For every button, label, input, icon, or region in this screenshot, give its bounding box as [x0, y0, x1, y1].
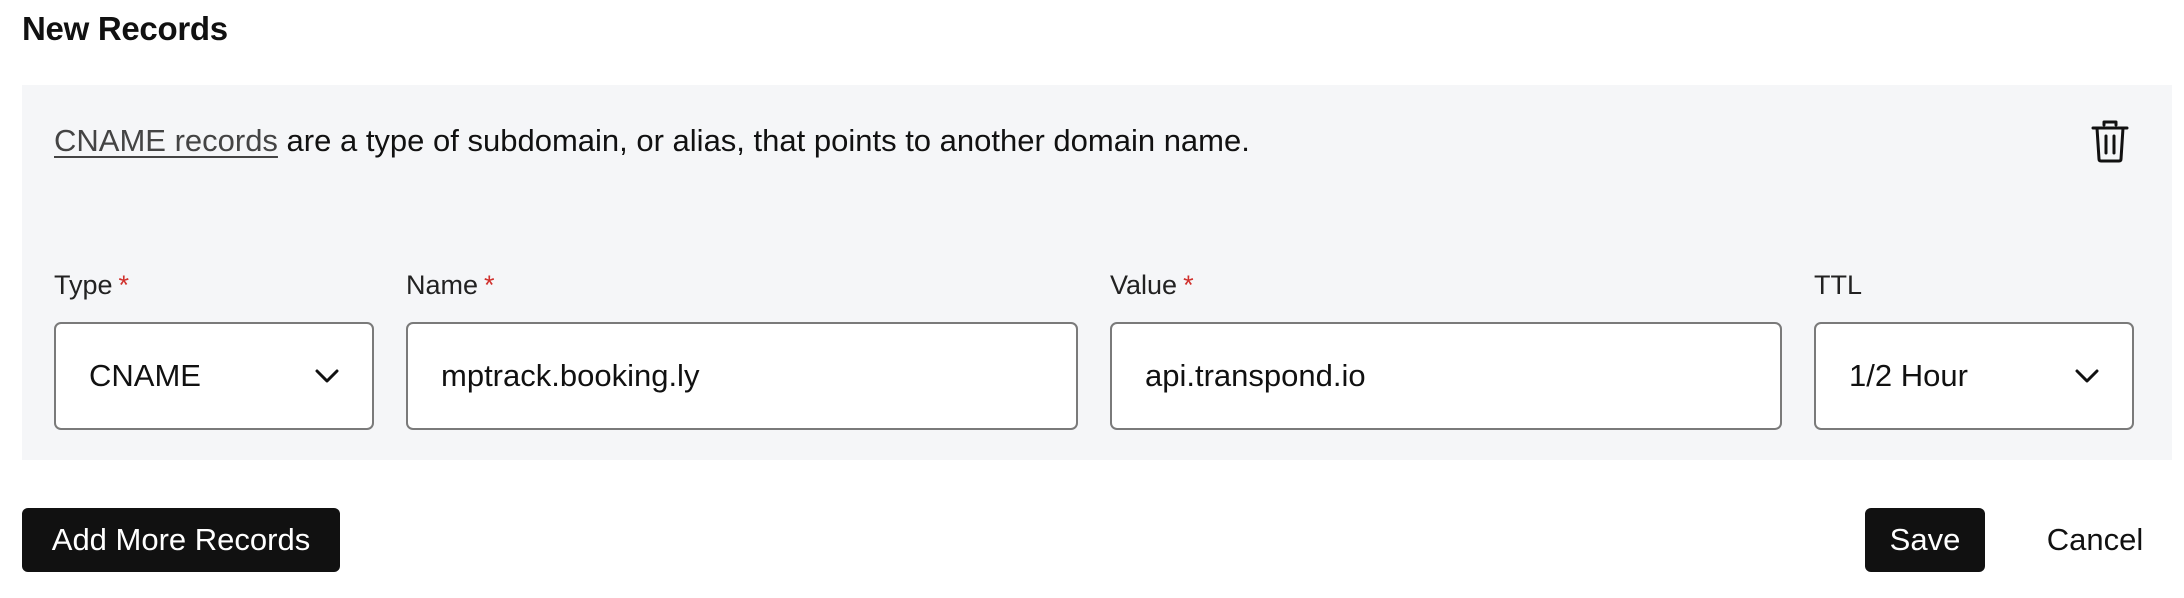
- name-field: Name * mptrack.booking.ly: [406, 265, 1078, 430]
- dns-records-editor: New Records CNAME records are a type of …: [0, 0, 2184, 598]
- name-input-value: mptrack.booking.ly: [441, 358, 700, 393]
- name-label: Name *: [406, 265, 1078, 305]
- chevron-down-icon: [315, 369, 339, 383]
- cancel-button[interactable]: Cancel: [2030, 508, 2160, 572]
- name-label-text: Name: [406, 270, 479, 300]
- value-input[interactable]: api.transpond.io: [1110, 322, 1782, 430]
- chevron-down-icon: [2075, 369, 2099, 383]
- cname-records-link[interactable]: CNAME records: [54, 123, 278, 158]
- required-marker: *: [484, 270, 495, 300]
- record-panel: CNAME records are a type of subdomain, o…: [22, 85, 2172, 460]
- trash-icon: [2090, 119, 2130, 168]
- type-select-value: CNAME: [89, 358, 201, 393]
- value-label-text: Value: [1110, 270, 1178, 300]
- type-label: Type *: [54, 265, 374, 305]
- value-label: Value *: [1110, 265, 1782, 305]
- section-title: New Records: [22, 10, 228, 47]
- save-button[interactable]: Save: [1865, 508, 1985, 572]
- ttl-label: TTL: [1814, 265, 2134, 305]
- add-more-records-button[interactable]: Add More Records: [22, 508, 340, 572]
- ttl-select[interactable]: 1/2 Hour: [1814, 322, 2134, 430]
- value-input-value: api.transpond.io: [1145, 358, 1366, 393]
- required-marker: *: [118, 270, 130, 300]
- record-info: CNAME records are a type of subdomain, o…: [54, 123, 1250, 159]
- record-info-text: are a type of subdomain, or alias, that …: [277, 123, 1250, 158]
- type-select[interactable]: CNAME: [54, 322, 374, 430]
- ttl-field: TTL 1/2 Hour: [1814, 265, 2134, 430]
- value-field: Value * api.transpond.io: [1110, 265, 1782, 430]
- type-label-text: Type: [54, 270, 113, 300]
- ttl-label-text: TTL: [1814, 270, 1863, 300]
- ttl-select-value: 1/2 Hour: [1849, 358, 1968, 393]
- delete-record-button[interactable]: [2084, 115, 2136, 171]
- name-input[interactable]: mptrack.booking.ly: [406, 322, 1078, 430]
- required-marker: *: [1183, 270, 1194, 300]
- type-field: Type * CNAME: [54, 265, 374, 430]
